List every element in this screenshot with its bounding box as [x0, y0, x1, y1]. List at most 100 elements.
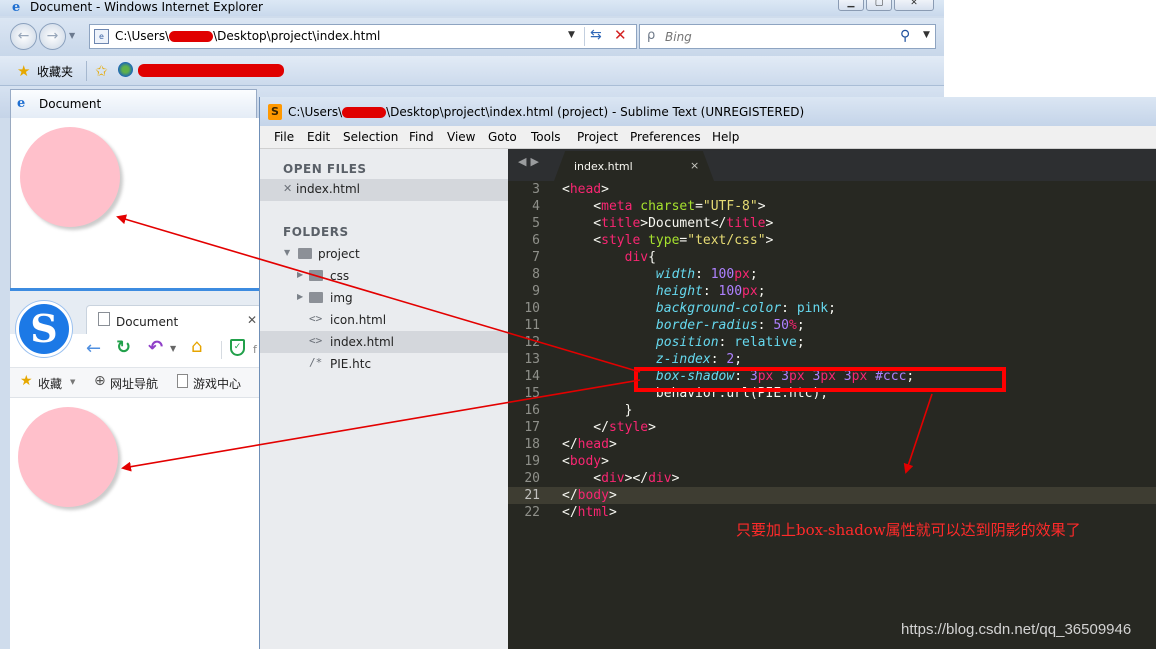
tree-item-css[interactable]: ▶ css — [260, 265, 508, 287]
forward-arrow-icon[interactable]: → — [39, 23, 66, 50]
favorites-star-icon[interactable]: ★ — [20, 373, 33, 389]
code-line[interactable]: 9 height: 100px; — [508, 283, 1156, 300]
search-dropdown-icon[interactable]: ▼ — [923, 30, 930, 40]
close-tab-icon[interactable]: × — [690, 159, 699, 172]
code-token: ; — [796, 318, 805, 333]
tab-navigation-icon[interactable]: ◀▶ — [518, 155, 543, 168]
menu-selection[interactable]: Selection — [343, 130, 398, 144]
ie-tab-document[interactable]: e Document — [10, 89, 257, 118]
globe-icon[interactable] — [118, 62, 133, 77]
code-line[interactable]: 11 border-radius: 50%; — [508, 317, 1156, 334]
game-center-link[interactable]: 游戏中心 — [193, 375, 241, 392]
ie-address-bar[interactable]: e C:\Users\ \Desktop\project\index.html ▼… — [89, 24, 637, 49]
code-token: title — [601, 216, 641, 231]
code-line[interactable]: 3 <head> — [508, 181, 1156, 198]
code-token: head — [577, 437, 609, 452]
menu-help[interactable]: Help — [712, 130, 739, 144]
code-text: z-index: 2; — [562, 351, 742, 368]
address-text[interactable]: f — [253, 343, 257, 356]
add-favorite-icon[interactable]: ✩ — [95, 62, 108, 80]
menu-find[interactable]: Find — [409, 130, 434, 144]
sublime-logo-icon: S — [268, 104, 282, 120]
search-input[interactable] — [665, 30, 895, 44]
menu-project[interactable]: Project — [577, 130, 618, 144]
menu-file[interactable]: File — [274, 130, 294, 144]
minimize-icon[interactable]: ▁ — [838, 0, 864, 11]
security-shield-icon[interactable]: ✓ — [230, 339, 245, 356]
code-line[interactable]: 12 position: relative; — [508, 334, 1156, 351]
sogou-logo-icon[interactable]: S — [16, 301, 72, 357]
chevron-down-icon[interactable]: ▼ — [70, 378, 75, 386]
sublime-window-title: C:\Users\ \Desktop\project\index.html (pr… — [288, 105, 805, 119]
tree-item-icon-html[interactable]: <> icon.html — [260, 309, 508, 331]
menu-tools[interactable]: Tools — [531, 130, 561, 144]
search-icon[interactable]: ⚲ — [900, 28, 910, 44]
chevron-right-icon[interactable]: ▶ — [297, 292, 303, 301]
code-line[interactable]: 18 </head> — [508, 436, 1156, 453]
close-file-icon[interactable]: ✕ — [283, 182, 292, 195]
code-line[interactable]: 21 </body> — [508, 487, 1156, 504]
menu-edit[interactable]: Edit — [307, 130, 330, 144]
favorites-button[interactable]: 收藏夹 — [37, 63, 73, 80]
favorites-button[interactable]: 收藏 — [38, 375, 62, 392]
code-token: width — [655, 267, 696, 282]
menu-preferences[interactable]: Preferences — [630, 130, 701, 144]
code-line[interactable]: 7 div{ — [508, 249, 1156, 266]
code-token: div — [648, 471, 672, 486]
code-token: div — [601, 471, 625, 486]
refresh-icon[interactable]: ↻ — [116, 337, 131, 358]
folder-icon — [309, 292, 323, 303]
code-line[interactable]: 16 } — [508, 402, 1156, 419]
tree-item-pie-htc[interactable]: /* PIE.htc — [260, 353, 508, 375]
code-text: <title>Document</title> — [562, 215, 773, 232]
undo-icon[interactable]: ↶ — [148, 337, 163, 358]
stop-icon[interactable]: ✕ — [614, 26, 627, 44]
home-icon[interactable]: ⌂ — [191, 336, 202, 357]
back-arrow-icon[interactable]: ← — [10, 23, 37, 50]
code-token: < — [562, 216, 602, 231]
sogou-tab-document[interactable]: Document ✕ — [86, 305, 262, 337]
code-editor[interactable]: 3 <head> 4 <meta charset="UTF-8"> 5 <title>… — [508, 181, 1156, 649]
code-text: <style type="text/css"> — [562, 232, 773, 249]
close-tab-icon[interactable]: ✕ — [247, 313, 257, 327]
close-icon[interactable]: ✕ — [894, 0, 934, 11]
code-token: ; — [796, 335, 805, 350]
code-line[interactable]: 20 <div></div> — [508, 470, 1156, 487]
code-line[interactable]: 19 <body> — [508, 453, 1156, 470]
page-icon: e — [94, 29, 109, 44]
chevron-down-icon[interactable]: ▼ — [170, 344, 176, 353]
history-dropdown-icon[interactable]: ▼ — [69, 31, 75, 40]
code-token: % — [788, 318, 797, 333]
line-number: 17 — [524, 420, 540, 435]
chevron-right-icon[interactable]: ▶ — [297, 270, 303, 279]
pink-circle — [20, 127, 120, 227]
code-line[interactable]: 5 <title>Document</title> — [508, 215, 1156, 232]
open-file-item[interactable]: ✕ index.html — [260, 179, 508, 201]
address-dropdown-icon[interactable]: ▼ — [568, 30, 575, 40]
favorites-star-icon[interactable]: ★ — [17, 62, 30, 80]
maximize-icon[interactable]: ▢ — [866, 0, 892, 11]
code-token: < — [562, 182, 570, 197]
code-line[interactable]: 6 <style type="text/css"> — [508, 232, 1156, 249]
back-arrow-icon[interactable]: ← — [86, 338, 101, 359]
code-token: > — [757, 199, 766, 214]
code-line[interactable]: 13 z-index: 2; — [508, 351, 1156, 368]
code-line[interactable]: 10 background-color: pink; — [508, 300, 1156, 317]
chevron-down-icon[interactable]: ▼ — [284, 248, 290, 257]
address-text[interactable]: C:\Users\ \Desktop\project\index.html — [115, 29, 380, 44]
text-file-icon: /* — [309, 356, 323, 369]
tree-item-project[interactable]: ▼ project — [260, 243, 508, 265]
code-line[interactable]: 4 <meta charset="UTF-8"> — [508, 198, 1156, 215]
refresh-icon[interactable]: ⇆ — [590, 27, 602, 43]
tree-item-index-html[interactable]: <> index.html — [260, 331, 508, 353]
menu-view[interactable]: View — [447, 130, 475, 144]
sogou-page-content — [10, 398, 262, 649]
code-line[interactable]: 17 </style> — [508, 419, 1156, 436]
menu-goto[interactable]: Goto — [488, 130, 517, 144]
code-line[interactable]: 8 width: 100px; — [508, 266, 1156, 283]
code-token: { — [648, 250, 656, 265]
editor-tab-index-html[interactable]: index.html × — [554, 151, 714, 181]
tree-item-img[interactable]: ▶ img — [260, 287, 508, 309]
site-navigation-link[interactable]: 网址导航 — [110, 375, 158, 392]
